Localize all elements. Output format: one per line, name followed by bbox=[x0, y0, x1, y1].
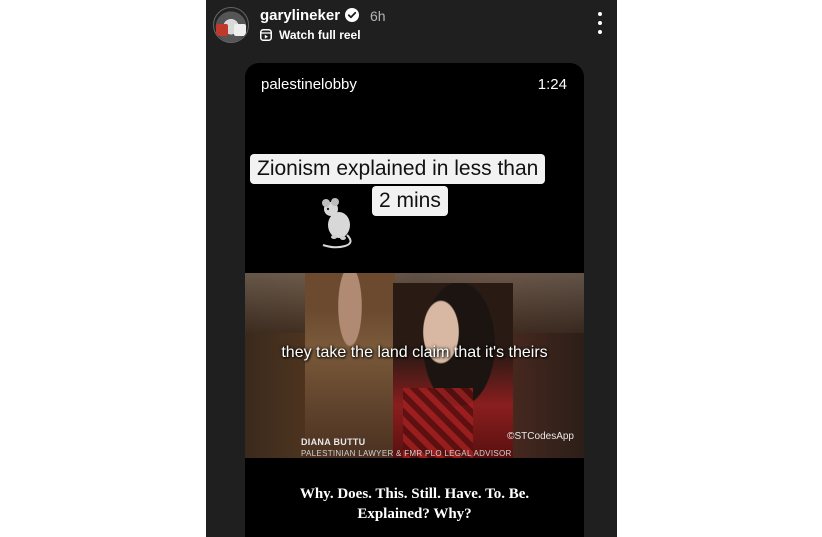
story-viewer: garylineker 6h Watch full reel palestine… bbox=[206, 0, 617, 537]
shared-reel-video[interactable]: palestinelobby 1:24 Zionism explained in… bbox=[245, 63, 584, 537]
watch-full-reel-link[interactable]: Watch full reel bbox=[260, 27, 361, 43]
rat-sticker-icon bbox=[322, 198, 352, 249]
lower-third-name: DIANA BUTTU bbox=[301, 437, 366, 447]
reel-icon bbox=[260, 29, 272, 41]
avatar-badge-right bbox=[234, 24, 246, 36]
avatar-badge-left bbox=[216, 24, 228, 36]
verified-badge-icon bbox=[345, 8, 359, 22]
video-frame: they take the land claim that it's their… bbox=[245, 273, 584, 458]
video-caption-line1: Why. Does. This. Still. Have. To. Be. bbox=[299, 486, 530, 502]
post-time: 6h bbox=[370, 8, 386, 24]
more-options-button[interactable] bbox=[592, 12, 608, 34]
video-subtitle: they take the land claim that it's their… bbox=[281, 344, 548, 361]
video-title-line1: Zionism explained in less than bbox=[250, 154, 546, 184]
more-options-icon bbox=[598, 21, 602, 25]
speaker-scarf bbox=[403, 388, 473, 458]
username[interactable]: garylineker bbox=[260, 7, 340, 24]
video-caption: Why. Does. This. Still. Have. To. Be. Ex… bbox=[245, 484, 584, 524]
video-caption-line2: Explained? Why? bbox=[357, 506, 472, 522]
story-header: garylineker 6h Watch full reel bbox=[206, 0, 617, 48]
watch-full-reel-label: Watch full reel bbox=[279, 28, 361, 42]
avatar[interactable] bbox=[213, 7, 249, 43]
lower-third-role: PALESTINIAN LAWYER & FMR PLO LEGAL ADVIS… bbox=[301, 449, 512, 458]
person-left bbox=[305, 273, 395, 458]
more-options-icon bbox=[598, 30, 602, 34]
more-options-icon bbox=[598, 12, 602, 16]
video-duration: 1:24 bbox=[537, 76, 567, 93]
video-title-line2: 2 mins bbox=[372, 186, 448, 216]
video-source-username[interactable]: palestinelobby bbox=[261, 76, 357, 93]
video-watermark: ©STCodesApp bbox=[507, 431, 574, 442]
